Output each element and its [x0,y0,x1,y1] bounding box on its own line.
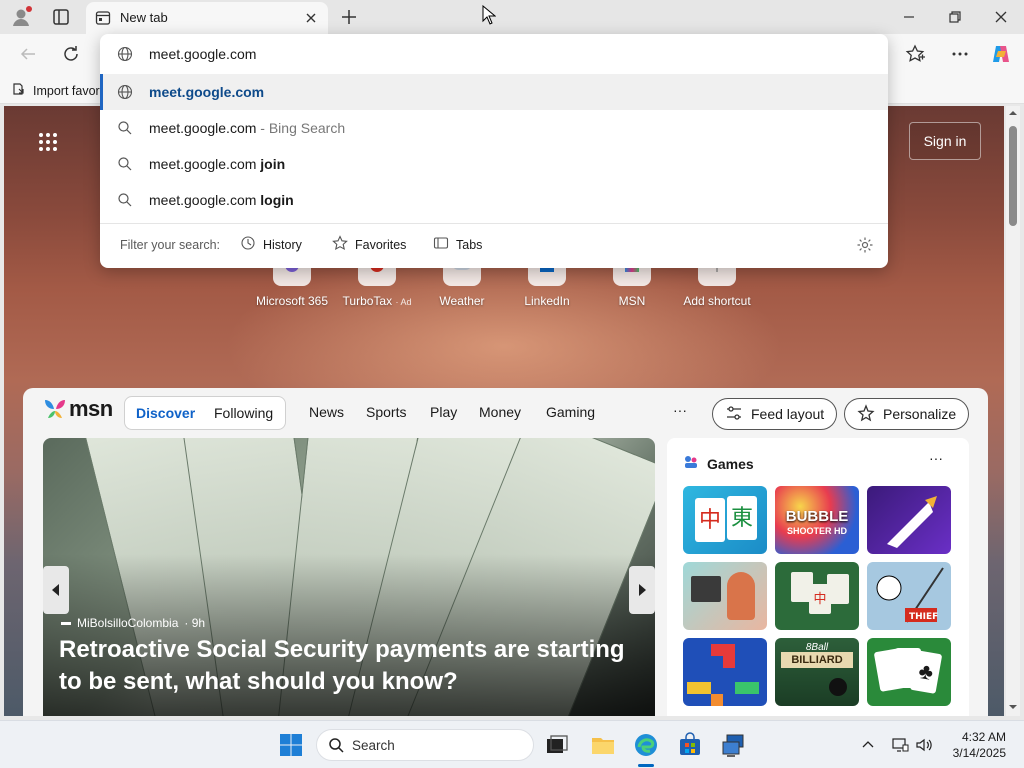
favorites-star-icon[interactable] [904,43,926,65]
refresh-icon[interactable] [60,43,82,65]
tab-following[interactable]: Following [214,405,273,421]
taskbar-search-box[interactable]: Search [316,729,534,761]
sign-in-button[interactable]: Sign in [909,122,981,160]
suggestion-join[interactable]: meet.google.com join [100,146,888,182]
search-icon [117,156,133,172]
source-logo-icon [61,621,71,625]
restore-button[interactable] [944,6,966,28]
taskbar: Search 4:32 AM 3/14/2025 [0,720,1024,768]
nav-more-button[interactable]: ··· [673,402,687,418]
star-icon [332,235,348,254]
address-bar-dropdown: meet.google.com meet.google.com meet.goo… [100,34,888,268]
games-controller-icon [683,454,699,473]
game-tile-block-puzzle[interactable] [683,638,767,706]
game-tile-mahjong[interactable]: 中 東 [683,486,767,554]
microsoft-store-icon[interactable] [677,732,703,758]
nav-news[interactable]: News [309,404,344,420]
game-tile-doctor[interactable] [683,562,767,630]
filter-label: Filter your search: [120,238,221,252]
scroll-up-icon[interactable] [1006,106,1020,120]
active-app-indicator [638,764,654,767]
article-headline[interactable]: Retroactive Social Security payments are… [59,634,639,698]
game-tile-mahjong-solitaire[interactable]: 中 [775,562,859,630]
more-options-icon[interactable] [949,43,971,65]
import-favorites-link[interactable]: Import favor [11,81,100,100]
new-tab-icon [95,10,111,26]
feed-tab-switcher: Discover Following [124,396,286,430]
tab-title: New tab [120,10,168,25]
import-favorites-label: Import favor [33,83,100,98]
msn-feed: msn Discover Following News Sports Play … [23,388,988,716]
clock-date: 3/14/2025 [952,746,1006,760]
feed-layout-button[interactable]: Feed layout [712,398,838,430]
game-tile-crazy-games[interactable] [867,486,951,554]
app-launcher-icon[interactable] [38,132,58,152]
game-tile-solitaire[interactable]: ♣ [867,638,951,706]
dropdown-divider [100,223,888,224]
sliders-icon [725,404,743,425]
new-tab-button[interactable] [338,6,360,28]
game-tile-bubble-shooter[interactable]: BUBBLE SHOOTER HD [775,486,859,554]
clock-time: 4:32 AM [961,730,1006,744]
copilot-icon[interactable] [990,43,1012,65]
filter-favorites[interactable]: Favorites [332,235,406,254]
suggestion-bing-search[interactable]: meet.google.com - Bing Search [100,110,888,146]
nav-play[interactable]: Play [430,404,457,420]
tab-strip: New tab [0,0,1024,34]
file-explorer-icon[interactable] [590,732,616,758]
task-view-icon[interactable] [544,732,570,758]
scroll-down-icon[interactable] [1006,700,1020,714]
nav-money[interactable]: Money [479,404,521,420]
tabs-icon [433,235,449,254]
carousel-prev-button[interactable] [43,566,69,614]
scrollbar-thumb[interactable] [1009,126,1017,226]
game-tile-stickman-thief[interactable]: THIEF [867,562,951,630]
globe-icon [117,84,133,100]
close-window-button[interactable] [990,6,1012,28]
games-more-button[interactable]: ··· [929,450,943,466]
page-scrollbar[interactable] [1006,106,1020,716]
tray-chevron-up-icon[interactable] [858,735,878,755]
game-tile-8-ball-billiard[interactable]: 8Ball BILLIARD [775,638,859,706]
msn-butterfly-logo-icon [45,400,65,418]
carousel-next-button[interactable] [629,566,655,614]
tab-new-tab[interactable]: New tab [86,2,328,34]
search-icon [117,120,133,136]
address-bar-input[interactable]: meet.google.com [100,34,888,74]
personalize-button[interactable]: Personalize [844,398,970,430]
globe-icon [117,46,133,65]
games-header: Games [683,454,754,473]
search-icon [328,737,345,757]
search-icon [117,192,133,208]
edge-browser-icon[interactable] [633,732,659,758]
mouse-cursor-icon [482,4,497,25]
article-source: MiBolsilloColombia · 9h [61,616,205,630]
suggestion-login[interactable]: meet.google.com login [100,182,888,218]
import-icon [11,81,27,100]
search-settings-gear-icon[interactable] [856,236,874,254]
network-icon[interactable] [890,735,910,755]
hero-article-card[interactable]: MiBolsilloColombia · 9h Retroactive Soci… [43,438,655,716]
svg-text:THIEF: THIEF [909,612,938,622]
tab-actions-icon[interactable] [50,6,72,28]
msn-logo[interactable]: msn [43,396,113,422]
minimize-button[interactable] [898,6,920,28]
clock[interactable]: 4:32 AM 3/14/2025 [938,729,1006,761]
volume-icon[interactable] [914,735,934,755]
nav-sports[interactable]: Sports [366,404,406,420]
profile-icon[interactable] [10,6,32,28]
back-arrow-icon[interactable] [17,43,39,65]
nav-gaming[interactable]: Gaming [546,404,595,420]
filter-history[interactable]: History [240,235,302,254]
remote-desktop-icon[interactable] [721,732,747,758]
suggestion-url[interactable]: meet.google.com [100,74,888,110]
sparkle-star-icon [857,403,875,425]
games-card: Games ··· 中 東 BUBBLE SHOOTER HD 中 THIEF … [667,438,969,716]
windows-start-icon[interactable] [278,732,304,758]
tab-discover[interactable]: Discover [136,405,195,421]
filter-tabs[interactable]: Tabs [433,235,482,254]
history-icon [240,235,256,254]
close-tab-icon[interactable] [302,9,320,27]
